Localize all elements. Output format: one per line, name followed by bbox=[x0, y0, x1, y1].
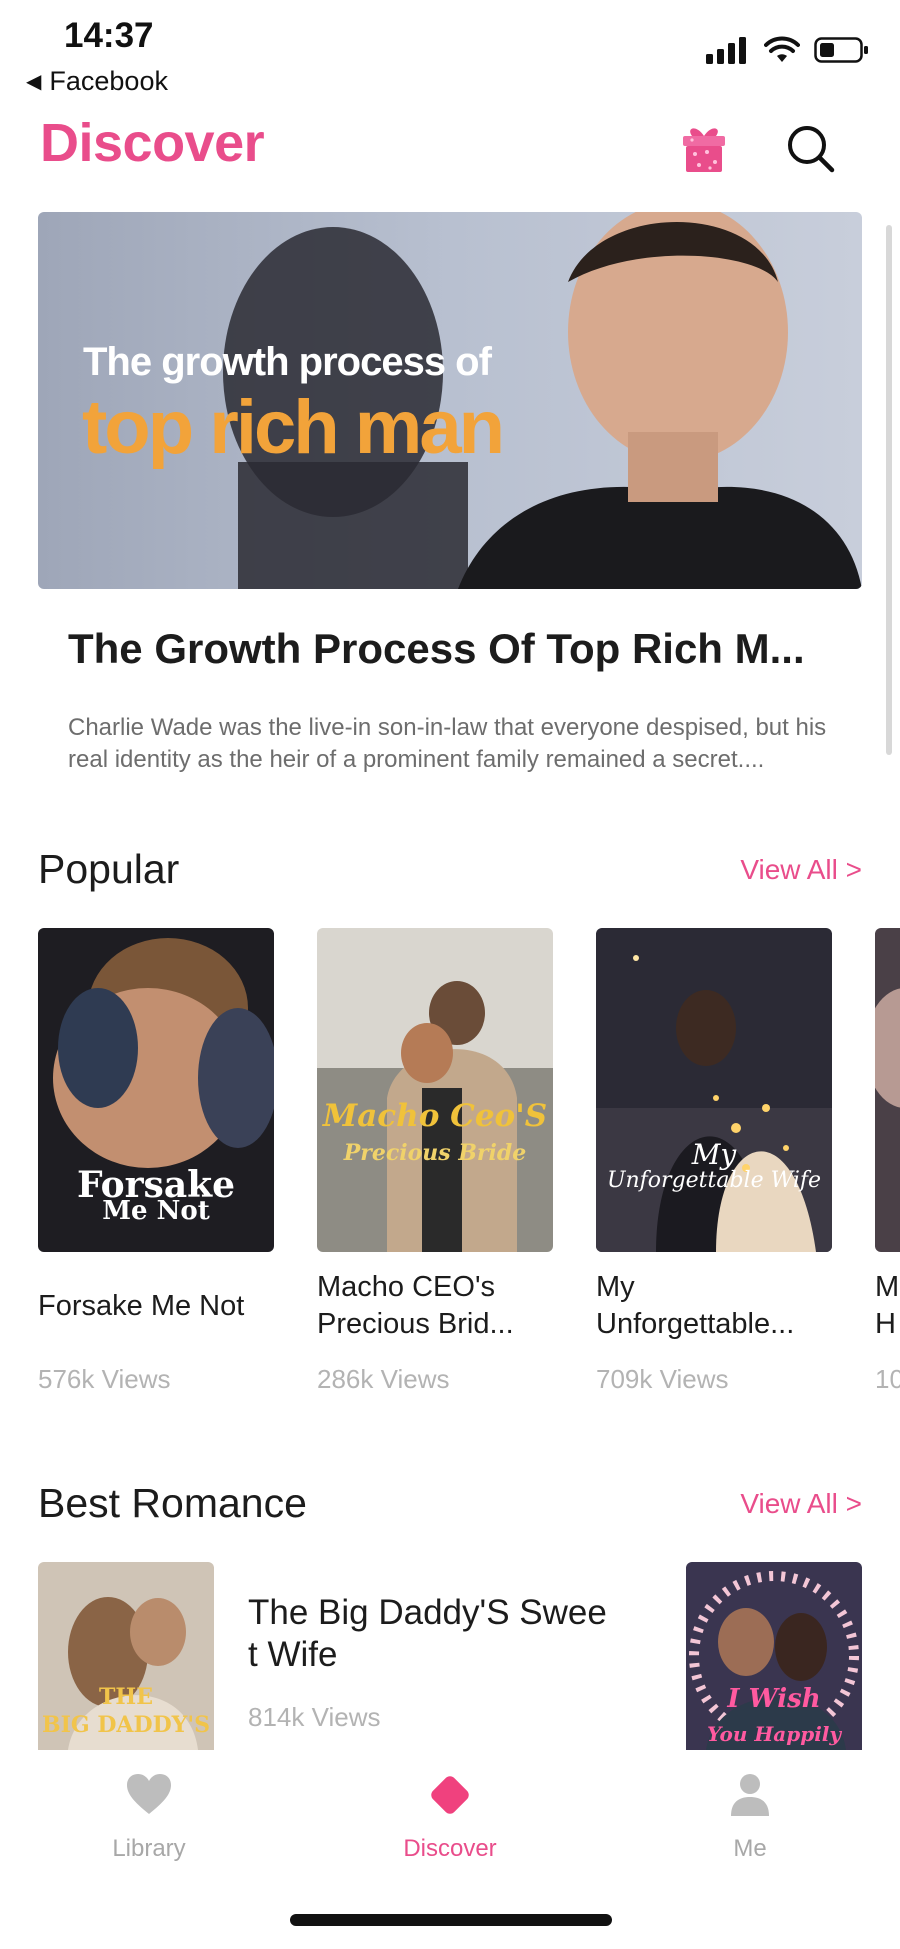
best-romance-section-title: Best Romance bbox=[38, 1480, 307, 1526]
cover-text: THE bbox=[99, 1684, 153, 1710]
home-indicator[interactable] bbox=[290, 1914, 612, 1926]
cover-text: Precious Bride bbox=[343, 1140, 527, 1166]
page-title: Discover bbox=[40, 113, 265, 173]
tab-label: Discover bbox=[403, 1835, 497, 1862]
cellular-signal-icon bbox=[706, 37, 746, 64]
popular-view-all-link[interactable]: View All > bbox=[740, 854, 862, 886]
book-title: Forsake Me Not bbox=[38, 1289, 245, 1322]
cover-text: You Happily bbox=[706, 1722, 842, 1746]
back-app-label: Facebook bbox=[49, 66, 168, 96]
cover-text: BIG DADDY'S bbox=[42, 1712, 210, 1738]
best-romance-view-all-link[interactable]: View All > bbox=[740, 1488, 862, 1520]
book-cover[interactable]: THE BIG DADDY'S bbox=[38, 1562, 214, 1750]
back-to-app-link[interactable]: ◀ Facebook bbox=[26, 66, 168, 97]
book-card-partial[interactable]: M H 10 bbox=[875, 928, 900, 1395]
book-cover: Forsake Me Not bbox=[38, 928, 274, 1252]
scrollbar[interactable] bbox=[886, 225, 892, 755]
status-time: 14:37 bbox=[64, 16, 154, 55]
gift-icon bbox=[683, 128, 725, 172]
featured-banner[interactable]: The growth process of top rich man bbox=[38, 212, 862, 589]
cover-text: I Wish bbox=[727, 1684, 821, 1714]
book-cover[interactable]: I Wish You Happily bbox=[686, 1562, 862, 1750]
status-icons bbox=[706, 36, 870, 64]
tab-me[interactable]: Me bbox=[650, 1752, 850, 1863]
tab-library[interactable]: Library bbox=[49, 1752, 249, 1863]
featured-description: Charlie Wade was the live-in son-in-law … bbox=[68, 714, 827, 773]
cover-text: Unforgettable Wife bbox=[606, 1168, 822, 1193]
popular-section-title: Popular bbox=[38, 846, 180, 892]
tab-discover[interactable]: Discover bbox=[350, 1752, 550, 1863]
book-card[interactable]: Macho Ceo'S Precious Bride Macho CEO's P… bbox=[317, 928, 553, 1395]
cover-text: Me Not bbox=[102, 1196, 210, 1226]
book-cover: Macho Ceo'S Precious Bride bbox=[317, 928, 553, 1252]
cover-text: Macho Ceo'S bbox=[322, 1098, 548, 1134]
book-cover: My Unforgettable Wife bbox=[596, 928, 832, 1252]
heart-icon bbox=[127, 1774, 171, 1814]
book-card[interactable]: Forsake Me Not Forsake Me Not 576k Views bbox=[38, 928, 274, 1395]
book-title: M H bbox=[875, 1271, 900, 1340]
book-title: My Unforgettable... bbox=[596, 1271, 795, 1340]
banner-headline-1: The growth process of bbox=[83, 340, 492, 384]
diamond-icon bbox=[431, 1776, 469, 1814]
book-views: 10 bbox=[875, 1364, 900, 1394]
book-views: 709k Views bbox=[596, 1364, 729, 1394]
wifi-icon bbox=[764, 36, 800, 62]
tab-label: Library bbox=[112, 1835, 186, 1862]
featured-title[interactable]: The Growth Process Of Top Rich M... bbox=[68, 625, 858, 673]
tab-label: Me bbox=[733, 1835, 767, 1862]
book-title[interactable]: The Big Daddy'S Swee t Wife bbox=[248, 1592, 618, 1676]
book-title: Macho CEO's Precious Brid... bbox=[317, 1271, 514, 1340]
book-views: 576k Views bbox=[38, 1364, 171, 1394]
book-cover bbox=[875, 928, 900, 1252]
banner-headline-2: top rich man bbox=[82, 385, 505, 470]
cover-text: My bbox=[691, 1138, 737, 1171]
battery-icon bbox=[814, 37, 868, 63]
person-icon bbox=[731, 1774, 769, 1816]
book-views: 286k Views bbox=[317, 1364, 450, 1394]
tab-bar: Library Discover Me bbox=[0, 1752, 900, 1872]
book-views: 814k Views bbox=[248, 1702, 381, 1732]
gift-button[interactable] bbox=[680, 124, 728, 174]
search-button[interactable] bbox=[784, 122, 838, 176]
search-icon bbox=[788, 126, 835, 173]
book-card[interactable]: My Unforgettable Wife My Unforgettable..… bbox=[596, 928, 832, 1395]
back-triangle-icon: ◀ bbox=[26, 71, 42, 93]
